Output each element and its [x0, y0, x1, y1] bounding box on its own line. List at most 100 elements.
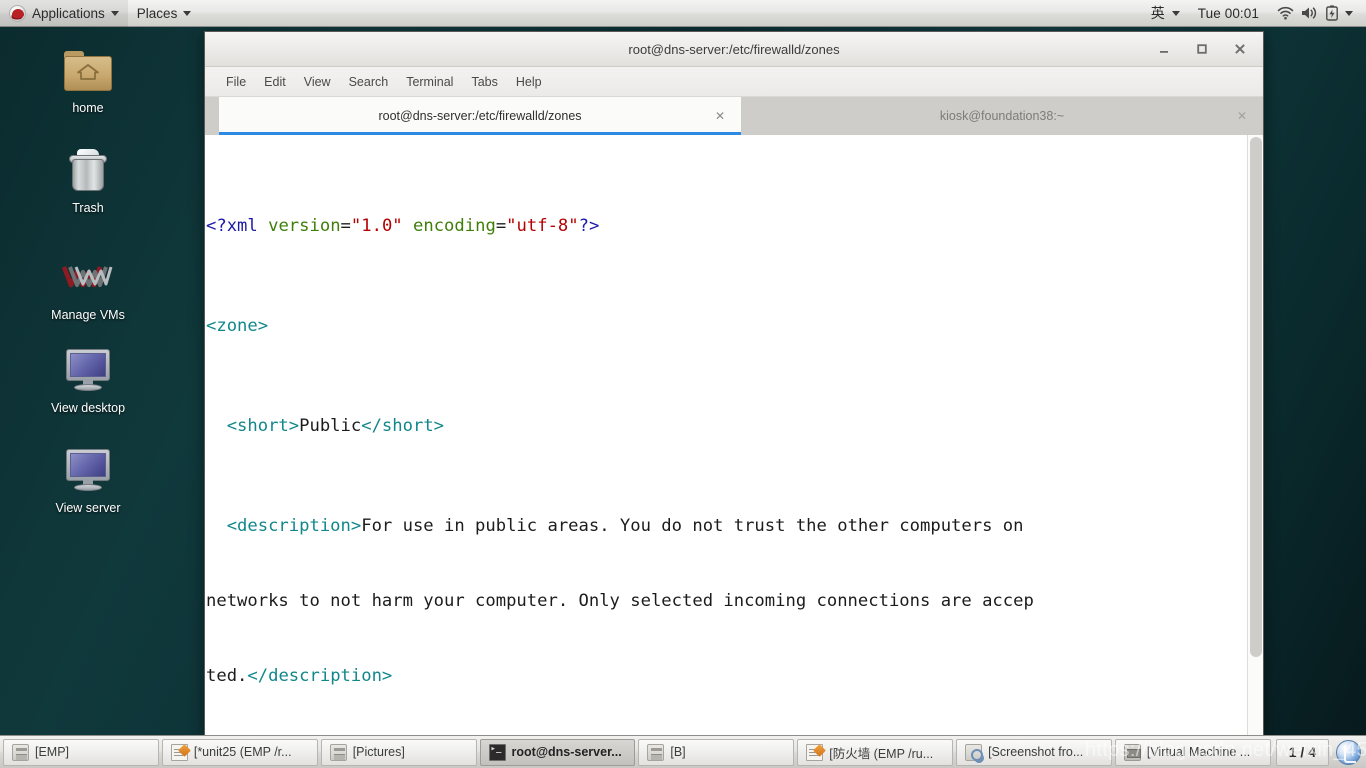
clock-label: Tue 00:01: [1197, 5, 1259, 21]
close-icon[interactable]: ✕: [715, 109, 725, 123]
wifi-icon: [1277, 6, 1294, 20]
close-icon[interactable]: ✕: [1237, 109, 1247, 123]
menu-tabs[interactable]: Tabs: [462, 71, 506, 93]
xml-decl-open: <?xml: [206, 216, 258, 236]
desktop-icon-label: Trash: [72, 201, 104, 215]
code-line-description-1: <description>For use in public areas. Yo…: [206, 514, 1247, 539]
input-method-label: 英: [1150, 5, 1165, 21]
places-menu[interactable]: Places: [128, 0, 201, 27]
terminal-tab-0[interactable]: root@dns-server:/etc/firewalld/zones ✕: [219, 97, 741, 135]
terminal-menubar: File Edit View Search Terminal Tabs Help: [205, 67, 1263, 97]
menu-help[interactable]: Help: [507, 71, 551, 93]
top-panel: Applications Places 英 Tue 00:01: [0, 0, 1366, 27]
short-open-tag: <short>: [206, 416, 300, 436]
equals: =: [495, 216, 507, 236]
terminal-tab-label: root@dns-server:/etc/firewalld/zones: [378, 109, 582, 123]
description-text-part3: ted.: [206, 666, 248, 686]
description-open-tag: <description>: [206, 516, 362, 536]
menu-search[interactable]: Search: [340, 71, 398, 93]
menu-terminal[interactable]: Terminal: [397, 71, 462, 93]
taskbar: [EMP] [*unit25 (EMP /r... [Pictures] roo…: [0, 735, 1366, 768]
taskbar-item-label: [EMP]: [35, 745, 70, 759]
minimize-button[interactable]: [1155, 40, 1173, 58]
text-editor-icon: [170, 743, 188, 761]
menu-file[interactable]: File: [217, 71, 255, 93]
desktop-icon-view-server[interactable]: View server: [28, 445, 148, 515]
window-controls: [1155, 40, 1263, 58]
input-method-indicator[interactable]: 英: [1142, 0, 1189, 27]
taskbar-item-b[interactable]: [B]: [638, 738, 795, 766]
virtual-machine-icon: [1123, 743, 1141, 761]
terminal-scrollbar-thumb[interactable]: [1250, 137, 1262, 657]
terminal-tabbar: root@dns-server:/etc/firewalld/zones ✕ k…: [205, 97, 1263, 135]
terminal-body[interactable]: <?xml version="1.0" encoding="utf-8"?> <…: [205, 135, 1263, 738]
description-close-tag: </description>: [247, 666, 393, 686]
chevron-down-icon: [110, 10, 119, 16]
terminal-scrollbar[interactable]: [1247, 135, 1263, 738]
taskbar-item-emp[interactable]: [EMP]: [3, 738, 159, 766]
redhat-logo-icon: [9, 4, 26, 22]
close-button[interactable]: [1231, 40, 1249, 58]
desktop-icon-view-desktop[interactable]: View desktop: [28, 345, 148, 415]
battery-icon: [1326, 5, 1338, 21]
xml-attr-encoding: encoding: [413, 216, 496, 236]
taskbar-item-label: [B]: [670, 745, 686, 759]
menu-edit[interactable]: Edit: [255, 71, 295, 93]
terminal-window: root@dns-server:/etc/firewalld/zones Fil…: [204, 31, 1264, 739]
chevron-down-icon: [1171, 10, 1180, 16]
clock[interactable]: Tue 00:01: [1189, 0, 1268, 27]
terminal-titlebar[interactable]: root@dns-server:/etc/firewalld/zones: [205, 32, 1263, 67]
taskbar-item-label: [*unit25 (EMP /r...: [193, 745, 292, 759]
desktop-icon-home[interactable]: home: [28, 45, 148, 115]
xml-version-value: "1.0": [350, 216, 403, 236]
monitor-icon: [28, 345, 148, 397]
taskbar-item-label: [Virtual Machine ...: [1146, 745, 1251, 759]
system-status-menu[interactable]: [1268, 0, 1362, 27]
taskbar-item-label: [防火墙 (EMP /ru...: [829, 746, 934, 761]
show-desktop-icon[interactable]: [1336, 739, 1361, 765]
taskbar-item-label: root@dns-server...: [511, 745, 622, 759]
code-line-xml-declaration: <?xml version="1.0" encoding="utf-8"?>: [206, 214, 1247, 239]
desktop-icon-label: View desktop: [50, 401, 126, 415]
taskbar-item-unit25[interactable]: [*unit25 (EMP /r...: [161, 738, 318, 766]
terminal-tab-1[interactable]: kiosk@foundation38:~ ✕: [741, 97, 1263, 135]
xml-encoding-value: "utf-8": [506, 216, 579, 236]
terminal-title: root@dns-server:/etc/firewalld/zones: [628, 41, 840, 57]
taskbar-item-label: [Pictures]: [352, 745, 405, 759]
vmware-icon: [28, 252, 148, 304]
desktop-icon-trash[interactable]: Trash: [28, 145, 148, 215]
zone-open-tag: <zone>: [206, 316, 269, 336]
top-panel-status-area: 英 Tue 00:01: [1142, 0, 1366, 27]
taskbar-item-label: [Screenshot fro...: [988, 745, 1084, 759]
archive-icon: [329, 743, 347, 761]
applications-menu-label: Applications: [32, 5, 105, 21]
terminal-tab-label: kiosk@foundation38:~: [939, 109, 1065, 123]
monitor-icon: [28, 445, 148, 497]
applications-menu[interactable]: Applications: [0, 0, 128, 27]
code-line-short: <short>Public</short>: [206, 414, 1247, 439]
code-line-description-3: ted.</description>: [206, 664, 1247, 689]
equals: =: [340, 216, 351, 236]
archive-icon: [12, 743, 29, 761]
short-close-tag: </short>: [361, 416, 445, 436]
taskbar-item-virtual-machine[interactable]: [Virtual Machine ...: [1114, 738, 1271, 766]
code-line-description-2: networks to not harm your computer. Only…: [206, 589, 1247, 614]
terminal-text-content[interactable]: <?xml version="1.0" encoding="utf-8"?> <…: [205, 135, 1247, 738]
desktop-icon-manage-vms[interactable]: Manage VMs: [28, 252, 148, 322]
short-text: Public: [299, 416, 362, 436]
trash-icon: [28, 145, 148, 197]
maximize-button[interactable]: [1193, 40, 1211, 58]
taskbar-item-screenshot[interactable]: [Screenshot fro...: [956, 738, 1112, 766]
menu-view[interactable]: View: [295, 71, 340, 93]
xml-attr-version: version: [268, 216, 341, 236]
volume-icon: [1301, 6, 1319, 20]
text-editor-icon: [806, 743, 824, 761]
workspace-switcher[interactable]: 1 / 4: [1275, 738, 1329, 766]
screenshot-icon: [965, 743, 984, 761]
terminal-icon: [488, 743, 506, 761]
taskbar-item-terminal[interactable]: root@dns-server...: [479, 738, 636, 766]
taskbar-item-pictures[interactable]: [Pictures]: [320, 738, 477, 766]
taskbar-item-firewall-doc[interactable]: [防火墙 (EMP /ru...: [797, 738, 954, 766]
